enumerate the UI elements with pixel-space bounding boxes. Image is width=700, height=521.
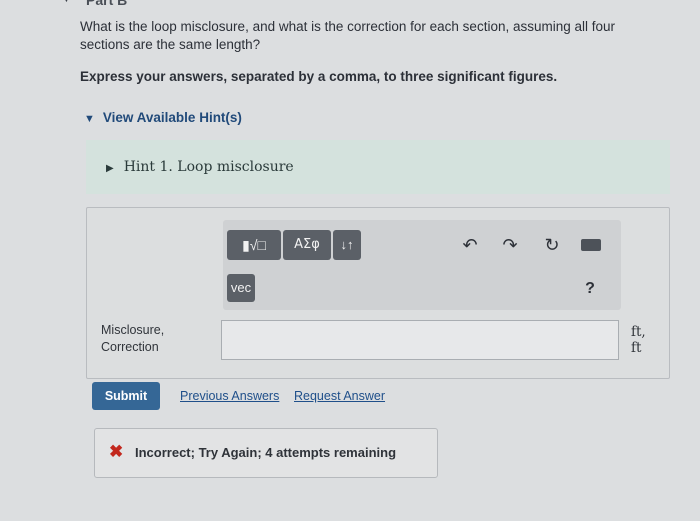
part-label: Part B bbox=[86, 0, 128, 8]
undo-icon[interactable]: ↶ bbox=[459, 234, 481, 256]
hint-1-label: Hint 1. Loop misclosure bbox=[123, 159, 294, 175]
answer-label-line1: Misclosure, bbox=[101, 323, 165, 337]
hints-panel: ▶ Hint 1. Loop misclosure bbox=[86, 140, 670, 194]
answer-label-line2: Correction bbox=[101, 340, 159, 354]
feedback-box: ✖ Incorrect; Try Again; 4 attempts remai… bbox=[94, 428, 438, 478]
help-button[interactable]: ? bbox=[579, 278, 601, 300]
view-hints-label: View Available Hint(s) bbox=[102, 110, 242, 125]
unit-line1: ft, bbox=[631, 324, 646, 340]
caret-down-icon: ▼ bbox=[84, 113, 95, 125]
unit-line2: ft bbox=[631, 340, 642, 356]
collapse-triangle-icon[interactable]: ▼ bbox=[60, 0, 73, 5]
answer-units: ft, ft bbox=[631, 324, 646, 356]
answer-label: Misclosure, Correction bbox=[101, 322, 164, 356]
reset-icon[interactable]: ↻ bbox=[541, 234, 563, 256]
request-answer-link[interactable]: Request Answer bbox=[294, 389, 385, 403]
redo-icon[interactable]: ↷ bbox=[499, 234, 521, 256]
keyboard-icon[interactable] bbox=[579, 234, 603, 256]
instruction-text: Express your answers, separated by a com… bbox=[80, 69, 558, 84]
arrows-button[interactable]: ↓↑ bbox=[333, 230, 361, 260]
submit-button[interactable]: Submit bbox=[92, 382, 160, 410]
hint-1[interactable]: ▶ Hint 1. Loop misclosure bbox=[106, 159, 294, 175]
answer-area: ▮√□ ΑΣφ ↓↑ vec ↶ ↷ ↻ ? Misclosure, Corre… bbox=[86, 207, 670, 379]
feedback-message: Incorrect; Try Again; 4 attempts remaini… bbox=[135, 445, 397, 460]
greek-symbols-button[interactable]: ΑΣφ bbox=[283, 230, 331, 260]
incorrect-x-icon: ✖ bbox=[109, 442, 124, 461]
previous-answers-link[interactable]: Previous Answers bbox=[180, 389, 279, 403]
vector-button[interactable]: vec bbox=[227, 274, 255, 302]
part-header[interactable]: ▼ Part B bbox=[60, 0, 700, 14]
answer-input[interactable] bbox=[221, 320, 619, 360]
view-hints-toggle[interactable]: ▼ View Available Hint(s) bbox=[84, 110, 242, 128]
math-toolbar: ▮√□ ΑΣφ ↓↑ vec ↶ ↷ ↻ ? bbox=[223, 220, 621, 310]
question-text: What is the loop misclosure, and what is… bbox=[80, 19, 616, 52]
caret-right-icon: ▶ bbox=[106, 163, 114, 174]
templates-button[interactable]: ▮√□ bbox=[227, 230, 281, 260]
